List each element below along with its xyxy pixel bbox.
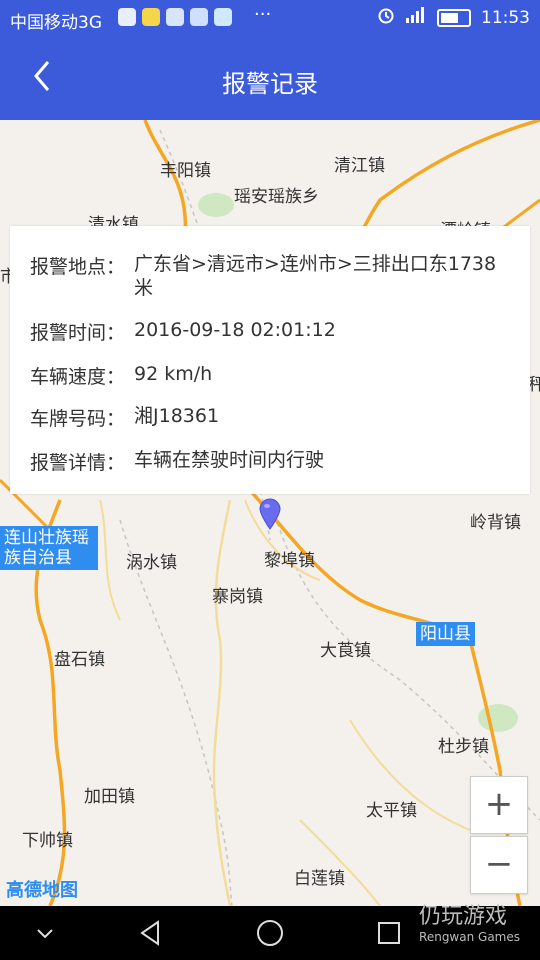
alarm-detail-label: 报警详情：	[30, 452, 126, 474]
alarm-location-label: 报警地点：	[30, 256, 126, 278]
county-label-yangshan: 阳山县	[416, 622, 475, 646]
alarm-detail-row: 报警详情： 车辆在禁驶时间内行驶	[30, 448, 504, 475]
alarm-clock-icon	[377, 6, 395, 29]
shield-app-icon	[118, 8, 136, 26]
map-label-jiatian: 加田镇	[84, 787, 135, 807]
alarm-detail-value: 车辆在禁驶时间内行驶	[134, 449, 325, 471]
map-label-zhaigang: 寨岗镇	[212, 587, 263, 607]
watermark: 仍玩游戏 Rengwan Games	[419, 904, 520, 944]
zoom-in-button[interactable]: +	[470, 776, 528, 834]
plate-number-row: 车牌号码： 湘J18361	[30, 404, 504, 431]
nav-home-icon[interactable]	[255, 918, 285, 948]
battery-icon	[437, 8, 471, 27]
location-marker-icon[interactable]	[258, 498, 282, 530]
alarm-info-panel: 报警地点： 广东省>清远市>连州市>三排出口东1738米 报警时间： 2016-…	[10, 226, 530, 494]
radio-app-icon	[166, 8, 184, 26]
alarm-time-label: 报警时间：	[30, 322, 126, 344]
page-title: 报警记录	[222, 70, 318, 98]
alarm-location-value: 广东省>清远市>连州市>三排出口东1738米	[134, 253, 497, 299]
nav-recent-icon[interactable]	[374, 918, 404, 948]
alarm-location-row: 报警地点： 广东省>清远市>连州市>三排出口东1738米	[30, 252, 504, 300]
plate-number-value: 湘J18361	[134, 405, 220, 427]
status-bar: 中国移动3G ··· 11:53	[0, 0, 540, 36]
app-header: 报警记录	[0, 36, 540, 120]
nav-dropdown-icon[interactable]	[30, 918, 60, 948]
map-label-libu: 黎埠镇	[264, 551, 315, 571]
weather-app-icon	[214, 8, 232, 26]
county-label-lianshan: 连山壮族瑶族自治县	[0, 526, 98, 570]
nav-back-icon[interactable]	[136, 918, 166, 948]
amap-logo: 高德地图	[6, 880, 78, 901]
map-label-dagen: 大莨镇	[320, 641, 371, 661]
watermark-subtitle: Rengwan Games	[419, 930, 520, 944]
map-label-xiashuai: 下帅镇	[22, 831, 73, 851]
map-label-fengyang: 丰阳镇	[160, 161, 211, 181]
map-label-lingbei: 岭背镇	[470, 513, 521, 533]
map-label-bailian: 白莲镇	[294, 869, 345, 889]
map-label-yongshui: 涡水镇	[126, 553, 177, 573]
plate-number-label: 车牌号码：	[30, 408, 126, 430]
notification-icons	[118, 8, 232, 26]
zoom-out-button[interactable]: −	[470, 836, 528, 894]
vehicle-speed-label: 车辆速度：	[30, 366, 126, 388]
alarm-time-row: 报警时间： 2016-09-18 02:01:12	[30, 318, 504, 345]
map-label-qingjiang: 清江镇	[334, 156, 385, 176]
map-label-taiping: 太平镇	[366, 801, 417, 821]
store-app-icon	[142, 8, 160, 26]
watermark-title: 仍玩游戏	[419, 904, 508, 929]
vehicle-speed-value: 92 km/h	[134, 363, 213, 385]
map-label-dubu: 杜步镇	[438, 737, 489, 757]
map-label-yaoan: 瑶安瑶族乡	[234, 187, 319, 207]
alarm-time-value: 2016-09-18 02:01:12	[134, 319, 336, 341]
carrier-text: 中国移动3G	[10, 13, 102, 33]
map-label-panshi: 盘石镇	[54, 650, 105, 670]
signal-icon	[405, 6, 427, 29]
message-app-icon	[190, 8, 208, 26]
clock-text: 11:53	[481, 7, 530, 28]
vehicle-speed-row: 车辆速度： 92 km/h	[30, 362, 504, 389]
more-notifications-icon: ···	[254, 4, 272, 25]
